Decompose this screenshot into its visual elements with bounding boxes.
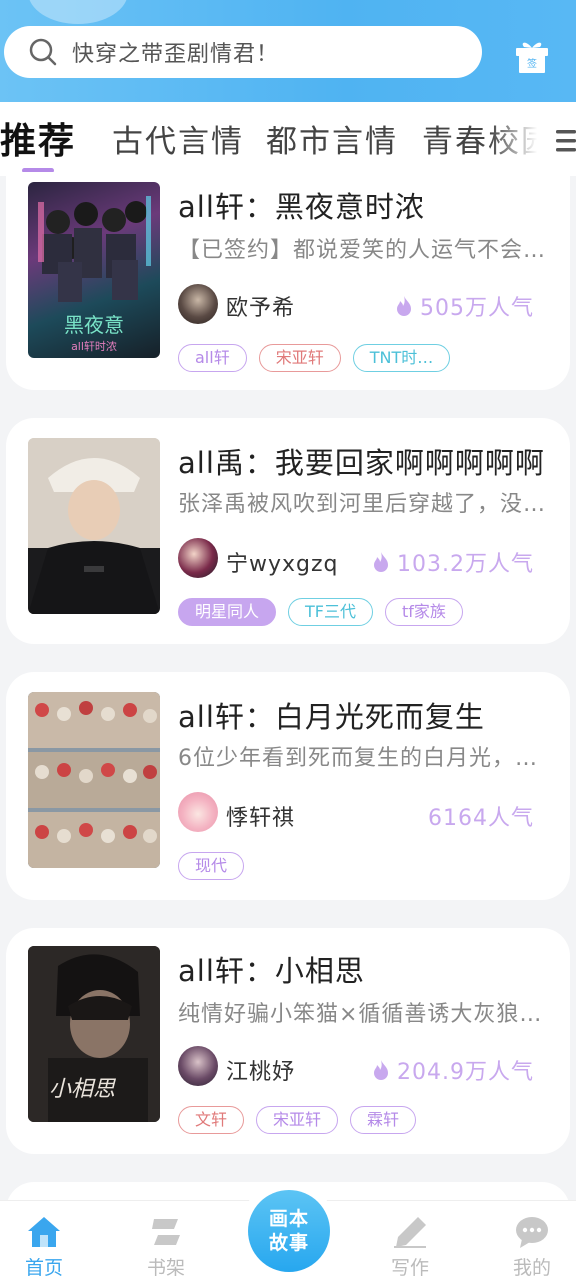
pen-icon — [394, 1217, 426, 1248]
tag[interactable]: 宋亚轩 — [256, 1106, 339, 1134]
flame-icon — [374, 1060, 389, 1080]
nav-home-label: 首页 — [24, 1257, 63, 1279]
book-cover — [28, 438, 160, 614]
cover-art — [28, 692, 160, 868]
book-cover: 黑夜意 all轩时浓 — [28, 182, 160, 358]
tag[interactable]: all轩 — [178, 344, 247, 372]
svg-text:all轩时浓: all轩时浓 — [71, 339, 117, 353]
tag-list: 文轩 宋亚轩 霖轩 — [178, 1106, 417, 1134]
nav-home[interactable]: 首页 — [4, 1201, 84, 1280]
tab-urban-romance[interactable]: 都市言情 — [266, 116, 398, 161]
tag[interactable]: 明星同人 — [178, 598, 277, 626]
flame-icon — [374, 552, 389, 572]
signin-label: 签 — [527, 59, 537, 70]
tag[interactable]: 现代 — [178, 852, 245, 880]
nav-write-label: 写作 — [390, 1257, 429, 1279]
tag[interactable]: tf家族 — [385, 598, 463, 626]
popularity: 103.2万人气 — [371, 546, 534, 578]
tag-list: 现代 — [178, 852, 245, 880]
bookshelf-icon — [152, 1219, 180, 1245]
fab-label-line1: 画本 — [268, 1208, 309, 1230]
daily-signin-button[interactable]: 签 — [512, 36, 552, 76]
search-placeholder: 快穿之带歪剧情君！ — [72, 42, 280, 67]
picture-story-button[interactable]: 画本 故事 — [248, 1190, 330, 1272]
story-description: 纯情好骗小笨猫×循循善诱大灰狼… — [178, 1002, 543, 1027]
tab-ancient-romance[interactable]: 古代言情 — [112, 116, 244, 161]
search-icon — [29, 38, 57, 66]
category-tabs: 推荐 古代言情 都市言情 青春校园 — [0, 102, 576, 176]
popularity: 6164人气 — [428, 800, 534, 832]
svg-text:黑夜意: 黑夜意 — [64, 313, 124, 337]
author-name: 欧予希 — [226, 296, 296, 321]
tag[interactable]: TF三代 — [288, 598, 373, 626]
story-title: all轩：黑夜意时浓 — [178, 190, 425, 224]
story-card[interactable]: all禹：我要回家啊啊啊啊啊 张泽禹被风吹到河里后穿越了，没… 宁wyxgzq … — [6, 418, 570, 644]
cover-art: 小相思 — [28, 946, 160, 1122]
nav-write[interactable]: 写作 — [370, 1201, 450, 1280]
nav-mine-label: 我的 — [512, 1257, 551, 1279]
story-title: all轩：小相思 — [178, 954, 365, 988]
tag[interactable]: 宋亚轩 — [258, 344, 341, 372]
tag-list: 明星同人 TF三代 tf家族 — [178, 598, 463, 626]
author-name: 江桃妤 — [226, 1060, 296, 1085]
top-header: 快穿之带歪剧情君！ 签 — [0, 0, 576, 102]
nav-mine[interactable]: 我的 — [492, 1201, 572, 1280]
story-title: all禹：我要回家啊啊啊啊啊 — [178, 446, 545, 480]
svg-text:小相思: 小相思 — [49, 1077, 117, 1102]
book-cover: 小相思 — [28, 946, 160, 1122]
tab-recommend[interactable]: 推荐 — [0, 112, 76, 164]
author-avatar — [178, 792, 218, 832]
flame-icon — [397, 296, 411, 316]
cover-art — [28, 438, 160, 614]
popularity: 505万人气 — [394, 290, 534, 322]
tag-list: all轩 宋亚轩 TNT时… — [178, 344, 451, 372]
story-description: 6位少年看到死而复生的白月光，… — [178, 746, 538, 771]
cover-art: 黑夜意 all轩时浓 — [38, 196, 151, 353]
tag[interactable]: 霖轩 — [350, 1106, 417, 1134]
more-tabs-icon[interactable] — [552, 126, 576, 156]
home-icon — [28, 1217, 60, 1247]
story-card[interactable]: all轩：白月光死而复生 6位少年看到死而复生的白月光，… 悸轩祺 6164人气… — [6, 672, 570, 900]
author-avatar — [178, 538, 218, 578]
author-name: 宁wyxgzq — [226, 552, 339, 577]
author-avatar — [178, 284, 218, 324]
popularity-value: 103.2万人气 — [397, 552, 534, 577]
story-card[interactable]: 小相思 all轩：小相思 纯情好骗小笨猫×循循善诱大灰狼… 江桃妤 204.9万… — [6, 928, 570, 1154]
story-description: 张泽禹被风吹到河里后穿越了，没… — [178, 492, 546, 517]
nav-bookshelf-label: 书架 — [146, 1257, 185, 1279]
author-avatar — [178, 1046, 218, 1086]
popularity: 204.9万人气 — [371, 1054, 534, 1086]
chat-bubble-icon — [516, 1217, 548, 1248]
book-cover — [28, 692, 160, 868]
story-card[interactable]: 黑夜意 all轩时浓 all轩：黑夜意时浓 【已签约】都说爱笑的人运气不会… 欧… — [6, 172, 570, 390]
tag[interactable]: TNT时… — [352, 344, 451, 372]
story-description: 【已签约】都说爱笑的人运气不会… — [178, 238, 546, 263]
popularity-value: 6164人气 — [428, 806, 534, 831]
popularity-value: 505万人气 — [420, 296, 534, 321]
author-name: 悸轩祺 — [226, 806, 296, 831]
story-title: all轩：白月光死而复生 — [178, 700, 485, 734]
popularity-value: 204.9万人气 — [397, 1060, 534, 1085]
nav-bookshelf[interactable]: 书架 — [126, 1201, 206, 1280]
search-bar[interactable]: 快穿之带歪剧情君！ — [4, 26, 482, 78]
fab-label-line2: 故事 — [268, 1232, 309, 1254]
tag[interactable]: 文轩 — [178, 1106, 245, 1134]
decorative-bubble — [28, 0, 128, 24]
